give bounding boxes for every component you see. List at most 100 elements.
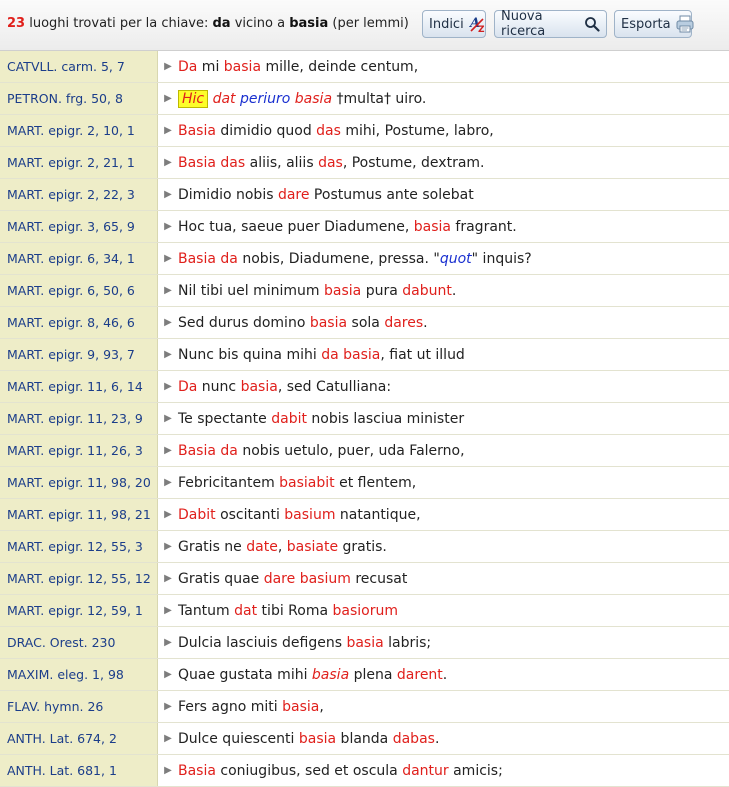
result-reference-link[interactable]: FLAV. hymn. 26 — [0, 691, 158, 722]
result-reference-link[interactable]: MART. epigr. 11, 26, 3 — [0, 435, 158, 466]
expand-triangle-icon[interactable]: ▶ — [158, 659, 178, 690]
verse-fragment: , — [277, 538, 287, 555]
matched-word: Basia — [178, 762, 216, 779]
result-reference-link[interactable]: DRAC. Orest. 230 — [0, 627, 158, 658]
verse-fragment: Nunc bis quina mihi — [178, 346, 322, 363]
expand-triangle-icon[interactable]: ▶ — [158, 691, 178, 722]
printer-icon — [675, 15, 695, 33]
verse-text: Febricitantem basiabit et flentem, — [178, 467, 729, 498]
matched-word: quot — [439, 250, 472, 267]
result-reference-link[interactable]: MART. epigr. 8, 46, 6 — [0, 307, 158, 338]
verse-fragment: mihi, Postume, labro, — [340, 122, 494, 139]
result-reference-link[interactable]: MART. epigr. 11, 23, 9 — [0, 403, 158, 434]
result-reference-link[interactable]: MAXIM. eleg. 1, 98 — [0, 659, 158, 690]
result-reference-link[interactable]: MART. epigr. 11, 98, 21 — [0, 499, 158, 530]
expand-triangle-icon[interactable]: ▶ — [158, 531, 178, 562]
result-reference-link[interactable]: MART. epigr. 6, 50, 6 — [0, 275, 158, 306]
verse-fragment: pura — [361, 282, 403, 299]
result-reference-link[interactable]: MART. epigr. 11, 98, 20 — [0, 467, 158, 498]
matched-word: basia — [282, 698, 320, 715]
matched-word: basiate — [286, 538, 339, 555]
verse-fragment: . — [442, 666, 448, 683]
result-row: MAXIM. eleg. 1, 98 ▶ Quae gustata mihi bas… — [0, 659, 729, 691]
result-reference-link[interactable]: ANTH. Lat. 674, 2 — [0, 723, 158, 754]
result-reference-link[interactable]: PETRON. frg. 50, 8 — [0, 83, 158, 114]
result-reference-link[interactable]: CATVLL. carm. 5, 7 — [0, 51, 158, 82]
matched-word: das — [316, 122, 341, 139]
matched-word: dabit — [271, 410, 307, 427]
matched-word: Da — [178, 378, 198, 395]
result-reference-link[interactable]: MART. epigr. 2, 21, 1 — [0, 147, 158, 178]
verse-text: Tantum dat tibi Roma basiorum — [178, 595, 729, 626]
result-reference-link[interactable]: MART. epigr. 11, 6, 14 — [0, 371, 158, 402]
matched-word: Basia — [178, 250, 216, 267]
result-reference-link[interactable]: MART. epigr. 6, 34, 1 — [0, 243, 158, 274]
verse-text: Dulce quiescenti basia blanda dabas. — [178, 723, 729, 754]
verse-fragment: aliis, aliis — [245, 154, 319, 171]
expand-triangle-icon[interactable]: ▶ — [158, 435, 178, 466]
verse-text: Basia dimidio quod das mihi, Postume, la… — [178, 115, 729, 146]
summary-text-2: vicino a — [230, 16, 290, 31]
expand-triangle-icon[interactable]: ▶ — [158, 51, 178, 82]
matched-word: dat — [212, 90, 236, 107]
matched-word: dabas — [392, 730, 435, 747]
verse-fragment: et flentem, — [334, 474, 417, 491]
expand-triangle-icon[interactable]: ▶ — [158, 275, 178, 306]
result-row: MART. epigr. 11, 98, 21 ▶ Dabit oscitanti … — [0, 499, 729, 531]
esporta-button[interactable]: Esporta — [614, 10, 695, 38]
expand-triangle-icon[interactable]: ▶ — [158, 339, 178, 370]
matched-word: dabunt — [402, 282, 452, 299]
verse-fragment: tibi Roma — [257, 602, 333, 619]
expand-triangle-icon[interactable]: ▶ — [158, 147, 178, 178]
verse-fragment: dimidio quod — [215, 122, 317, 139]
expand-triangle-icon[interactable]: ▶ — [158, 243, 178, 274]
result-row: MART. epigr. 2, 10, 1 ▶ Basia dimidio quod… — [0, 115, 729, 147]
matched-word: dat — [234, 602, 258, 619]
verse-text: Quae gustata mihi basia plena darent. — [178, 659, 729, 690]
expand-triangle-icon[interactable]: ▶ — [158, 211, 178, 242]
result-reference-link[interactable]: ANTH. Lat. 681, 1 — [0, 755, 158, 786]
matched-word: Hic — [178, 89, 209, 108]
expand-triangle-icon[interactable]: ▶ — [158, 83, 178, 114]
expand-triangle-icon[interactable]: ▶ — [158, 755, 178, 786]
verse-fragment: nobis uetulo, puer, uda Falerno, — [237, 442, 465, 459]
expand-triangle-icon[interactable]: ▶ — [158, 179, 178, 210]
verse-fragment: Postumus ante solebat — [309, 186, 474, 203]
verse-fragment: nobis, Diadumene, pressa. " — [237, 250, 440, 267]
svg-text:Z: Z — [478, 25, 485, 34]
result-reference-link[interactable]: MART. epigr. 2, 10, 1 — [0, 115, 158, 146]
expand-triangle-icon[interactable]: ▶ — [158, 595, 178, 626]
result-reference-link[interactable]: MART. epigr. 2, 22, 3 — [0, 179, 158, 210]
result-reference-link[interactable]: MART. epigr. 12, 59, 1 — [0, 595, 158, 626]
search-key-2: basia — [289, 16, 329, 31]
expand-triangle-icon[interactable]: ▶ — [158, 563, 178, 594]
matched-word: dares — [384, 314, 424, 331]
expand-triangle-icon[interactable]: ▶ — [158, 627, 178, 658]
matched-word: basia — [343, 346, 381, 363]
matched-word: basia — [294, 90, 333, 107]
sort-az-icon: A Z — [468, 14, 488, 34]
verse-text: Fers agno miti basia, — [178, 691, 729, 722]
expand-triangle-icon[interactable]: ▶ — [158, 371, 178, 402]
result-row: MART. epigr. 12, 59, 1 ▶ Tantum dat tibi R… — [0, 595, 729, 627]
indici-button[interactable]: Indici A Z — [422, 10, 486, 38]
result-reference-link[interactable]: MART. epigr. 12, 55, 12 — [0, 563, 158, 594]
matched-word: basiabit — [279, 474, 335, 491]
expand-triangle-icon[interactable]: ▶ — [158, 307, 178, 338]
nuova-ricerca-button[interactable]: Nuova ricerca — [494, 9, 607, 39]
result-reference-link[interactable]: MART. epigr. 12, 55, 3 — [0, 531, 158, 562]
result-reference-link[interactable]: MART. epigr. 9, 93, 7 — [0, 339, 158, 370]
expand-triangle-icon[interactable]: ▶ — [158, 403, 178, 434]
verse-text: Basia da nobis, Diadumene, pressa. " quot… — [178, 243, 729, 274]
expand-triangle-icon[interactable]: ▶ — [158, 723, 178, 754]
verse-fragment: amicis; — [448, 762, 503, 779]
verse-fragment: nunc — [197, 378, 241, 395]
result-row: FLAV. hymn. 26 ▶ Fers agno miti basia, — [0, 691, 729, 723]
expand-triangle-icon[interactable]: ▶ — [158, 115, 178, 146]
expand-triangle-icon[interactable]: ▶ — [158, 499, 178, 530]
matched-word: basium — [284, 506, 336, 523]
expand-triangle-icon[interactable]: ▶ — [158, 467, 178, 498]
verse-text: Gratis ne date, basiate gratis. — [178, 531, 729, 562]
verse-fragment: sola — [347, 314, 385, 331]
result-reference-link[interactable]: MART. epigr. 3, 65, 9 — [0, 211, 158, 242]
